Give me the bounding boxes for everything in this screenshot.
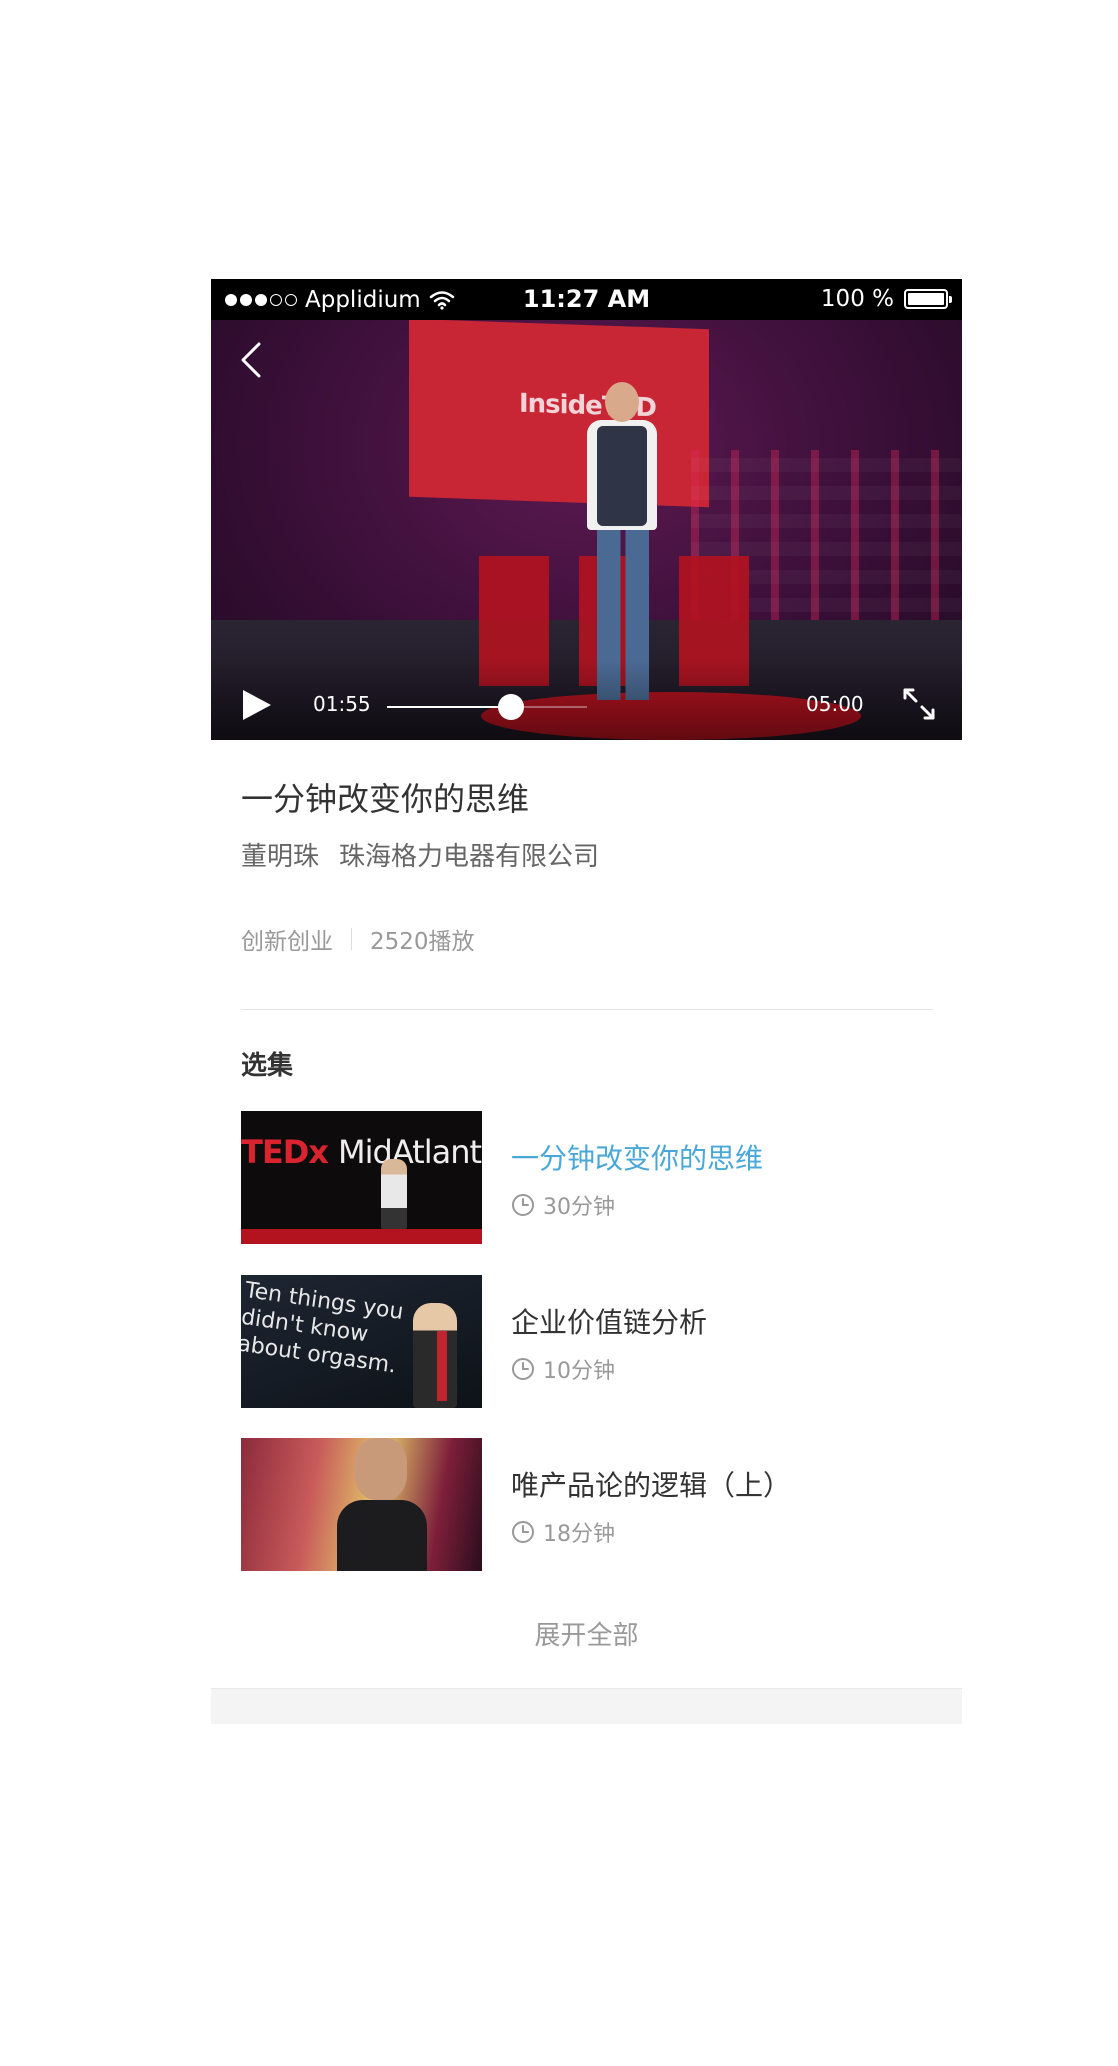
speaker-name: 董明珠 [241,842,320,872]
clock-icon [512,1521,534,1543]
meta-divider [351,928,352,950]
episode-thumbnail: TEDx MidAtlantic [241,1111,482,1244]
course-speaker-line: 董明珠 珠海格力电器有限公司 [241,836,599,873]
status-bar: Applidium 11:27 AM 100 % [211,279,962,320]
battery-icon [904,289,952,309]
episode-duration: 10分钟 [511,1353,615,1385]
battery-percent: 100 % [820,286,894,312]
clock-icon [512,1358,534,1380]
episode-title: 唯产品论的逻辑（上） [511,1469,792,1502]
speaker-body [337,1500,427,1571]
episode-duration-text: 18分钟 [543,1522,615,1547]
footer-separator [211,1688,962,1724]
fullscreen-button[interactable] [899,684,939,724]
current-time: 01:55 [313,692,371,716]
thumbnail-speaker [381,1159,407,1229]
phone-screen: Applidium 11:27 AM 100 % InsideTED 01:55… [211,279,962,1724]
video-player[interactable]: InsideTED 01:55 05:00 [211,320,962,740]
episode-thumbnail: Ten things you didn't know about orgasm. [241,1275,482,1408]
course-title: 一分钟改变你的思维 [241,780,530,818]
episode-item[interactable]: 唯产品论的逻辑（上） 18分钟 [241,1438,933,1571]
speaker-head [605,382,639,422]
category-tag[interactable]: 创新创业 [241,922,333,956]
video-scene-screen: InsideTED [409,320,709,508]
thumbnail-scarf [437,1331,447,1401]
total-time: 05:00 [806,692,864,716]
thumbnail-carpet [241,1229,482,1244]
episode-item[interactable]: Ten things you didn't know about orgasm. 企… [241,1275,933,1408]
episode-title: 企业价值链分析 [511,1306,708,1339]
thumbnail-speaker [413,1303,457,1408]
thumbnail-text: Ten things you didn't know about orgasm. [241,1277,405,1379]
speaker-head [355,1438,407,1500]
battery-fill [908,293,944,305]
status-right: 100 % [820,286,952,312]
episode-thumbnail [241,1438,482,1571]
play-count: 2520播放 [370,929,475,955]
episodes-section-title: 选集 [241,1051,294,1081]
expand-all-button[interactable]: 展开全部 [211,1615,962,1652]
chevron-left-icon [241,342,261,378]
episode-title: 一分钟改变你的思维 [511,1142,764,1175]
fullscreen-icon [903,688,935,720]
progress-bar[interactable] [387,694,587,720]
progress-knob[interactable] [498,694,524,720]
video-controls: 01:55 05:00 [211,660,962,740]
back-button[interactable] [233,340,273,380]
speaker-vest [597,426,647,526]
thumbnail-speaker [337,1438,427,1571]
section-divider [241,1009,933,1010]
episode-duration-text: 30分钟 [543,1195,615,1220]
clock-icon [512,1194,534,1216]
thumbnail-text: TEDx MidAtlantic [241,1133,482,1171]
episode-item[interactable]: TEDx MidAtlantic 一分钟改变你的思维 30分钟 [241,1111,933,1244]
organization-name: 珠海格力电器有限公司 [339,842,600,872]
episode-duration: 30分钟 [511,1189,615,1221]
progress-fill [387,706,511,708]
episode-duration-text: 10分钟 [543,1359,615,1384]
course-meta: 创新创业 2520播放 [241,922,475,956]
play-button[interactable] [239,688,273,722]
episode-duration: 18分钟 [511,1516,615,1548]
play-icon [243,690,271,720]
